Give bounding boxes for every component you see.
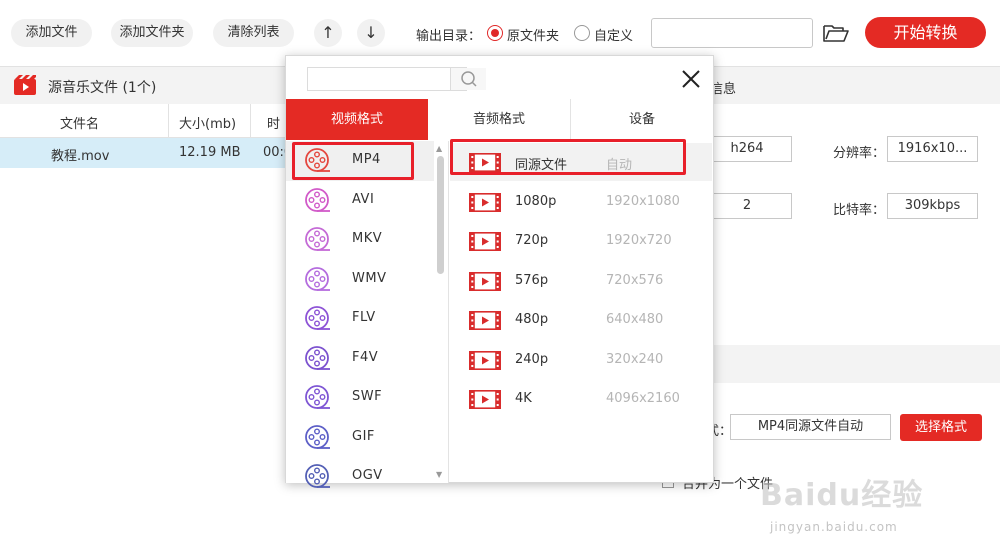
film-reel-icon bbox=[305, 266, 330, 291]
format-item-gif[interactable]: GIF bbox=[286, 418, 434, 458]
format-list: MP4 AVI MKV WMV FLV F4V SWF GIF OGV bbox=[286, 141, 448, 488]
tab-audio-formats[interactable]: 音频格式 bbox=[428, 99, 570, 140]
format-label: MP4 bbox=[352, 152, 381, 167]
codec-field: h264 bbox=[702, 136, 792, 162]
resolution-name: 1080p bbox=[515, 193, 557, 209]
bitrate-field: 309kbps bbox=[887, 193, 978, 219]
source-folder-radio[interactable] bbox=[487, 25, 503, 41]
resolution-name: 480p bbox=[515, 312, 549, 327]
format-label: AVI bbox=[352, 191, 375, 207]
resolution-field: 1916x10... bbox=[887, 136, 978, 162]
resolution-dimensions: 1920x1080 bbox=[606, 193, 680, 209]
film-reel-icon bbox=[305, 464, 330, 488]
move-up-button[interactable]: ↑ bbox=[314, 19, 342, 47]
resolution-dimensions: 1920x720 bbox=[606, 233, 672, 248]
custom-folder-label: 自定义 bbox=[594, 29, 634, 44]
add-file-button[interactable]: 添加文件 bbox=[11, 19, 92, 47]
resolution-name: 720p bbox=[515, 233, 549, 248]
file-name-cell: 教程.mov bbox=[51, 149, 110, 164]
format-item-f4v[interactable]: F4V bbox=[286, 339, 434, 379]
film-strip-icon bbox=[469, 390, 501, 409]
format-label: GIF bbox=[352, 428, 375, 444]
film-strip-icon bbox=[469, 232, 501, 251]
format-label: WMV bbox=[352, 270, 387, 286]
tab-devices[interactable]: 设备 bbox=[571, 99, 713, 140]
film-reel-icon bbox=[305, 227, 330, 251]
move-down-button[interactable]: ↓ bbox=[357, 19, 385, 47]
format-search-input[interactable] bbox=[307, 67, 486, 91]
resolution-item[interactable]: 1080p 1920x1080 bbox=[450, 183, 712, 221]
format-label: FLV bbox=[352, 310, 376, 325]
film-reel-icon bbox=[305, 385, 330, 409]
resolution-item[interactable]: 480p 640x480 bbox=[450, 301, 712, 339]
film-strip-icon bbox=[469, 192, 501, 212]
resolution-dimensions: 4096x2160 bbox=[606, 391, 680, 406]
resolution-dimensions: 640x480 bbox=[606, 312, 664, 327]
film-reel-icon bbox=[305, 345, 330, 370]
scroll-down-arrow-icon[interactable]: ▼ bbox=[436, 470, 442, 479]
watermark-logo: Baidu经验 bbox=[760, 478, 924, 513]
close-icon[interactable] bbox=[680, 68, 702, 90]
output-format-field: MP4同源文件自动 bbox=[730, 414, 891, 440]
column-divider bbox=[448, 141, 449, 483]
resolution-dimensions: 720x576 bbox=[606, 272, 664, 288]
film-reel-icon bbox=[305, 424, 330, 449]
resolution-item[interactable]: 720p 1920x720 bbox=[450, 222, 712, 260]
film-reel-icon bbox=[305, 187, 330, 212]
select-format-button[interactable]: 选择格式 bbox=[900, 414, 982, 441]
file-size-cell: 12.19 MB bbox=[179, 145, 241, 160]
format-label: F4V bbox=[352, 349, 379, 365]
resolution-item[interactable]: 576p 720x576 bbox=[450, 262, 712, 300]
add-folder-button[interactable]: 添加文件夹 bbox=[111, 19, 193, 47]
resolution-name: 同源文件 bbox=[515, 158, 568, 173]
scroll-up-arrow-icon[interactable]: ▲ bbox=[436, 144, 442, 153]
column-header-size[interactable]: 大小(mb) bbox=[179, 113, 236, 132]
scrollbar-thumb[interactable] bbox=[437, 156, 444, 274]
resolution-item[interactable]: 240p 320x240 bbox=[450, 341, 712, 379]
resolution-name: 576p bbox=[515, 272, 549, 288]
source-folder-label: 原文件夹 bbox=[507, 29, 560, 44]
film-strip-icon bbox=[469, 350, 501, 370]
film-strip-icon bbox=[469, 311, 501, 330]
column-header-duration[interactable]: 时 bbox=[267, 113, 280, 132]
format-tabs: 视频格式 音频格式 设备 bbox=[286, 99, 713, 140]
bitrate-label: 比特率： bbox=[833, 203, 886, 218]
watermark-url: jingyan.baidu.com bbox=[770, 520, 898, 534]
video-file-icon bbox=[14, 75, 36, 95]
format-label: SWF bbox=[352, 389, 383, 404]
channels-field: 2 bbox=[702, 193, 792, 219]
format-item-mkv[interactable]: MKV bbox=[286, 220, 434, 260]
folder-open-icon[interactable] bbox=[822, 22, 850, 44]
output-dir-label: 输出目录： bbox=[416, 29, 482, 44]
resolution-dimensions: 320x240 bbox=[606, 351, 664, 367]
format-item-ogv[interactable]: OGV bbox=[286, 457, 434, 497]
clear-list-button[interactable]: 清除列表 bbox=[213, 19, 294, 47]
resolution-name: 4K bbox=[515, 391, 532, 406]
format-item-mp4[interactable]: MP4 bbox=[286, 141, 434, 181]
start-convert-button[interactable]: 开始转换 bbox=[865, 17, 986, 48]
format-item-swf[interactable]: SWF bbox=[286, 378, 434, 418]
resolution-name: 240p bbox=[515, 351, 549, 367]
format-dropdown: 视频格式 音频格式 设备 MP4 AVI MKV WMV FLV F4V SWF GIF OGV… bbox=[285, 55, 714, 488]
resolution-dimensions: 自动 bbox=[606, 158, 633, 173]
output-path-input[interactable] bbox=[651, 18, 813, 48]
film-strip-icon bbox=[469, 153, 501, 172]
format-label: MKV bbox=[352, 231, 383, 246]
column-header-name[interactable]: 文件名 bbox=[60, 113, 99, 132]
film-reel-icon bbox=[305, 306, 330, 330]
format-item-wmv[interactable]: WMV bbox=[286, 260, 434, 300]
search-icon[interactable] bbox=[450, 68, 486, 90]
format-item-avi[interactable]: AVI bbox=[286, 181, 434, 221]
film-reel-icon bbox=[305, 148, 330, 172]
resolution-item[interactable]: 同源文件 自动 bbox=[450, 143, 712, 181]
tab-video-formats[interactable]: 视频格式 bbox=[286, 99, 428, 140]
film-strip-icon bbox=[469, 271, 501, 291]
format-item-flv[interactable]: FLV bbox=[286, 299, 434, 339]
resolution-item[interactable]: 4K 4096x2160 bbox=[450, 380, 712, 418]
custom-folder-radio[interactable] bbox=[574, 25, 590, 41]
format-label: OGV bbox=[352, 468, 383, 483]
file-panel-title: 源音乐文件 (1个) bbox=[48, 80, 157, 96]
resolution-label: 分辨率： bbox=[833, 146, 886, 161]
